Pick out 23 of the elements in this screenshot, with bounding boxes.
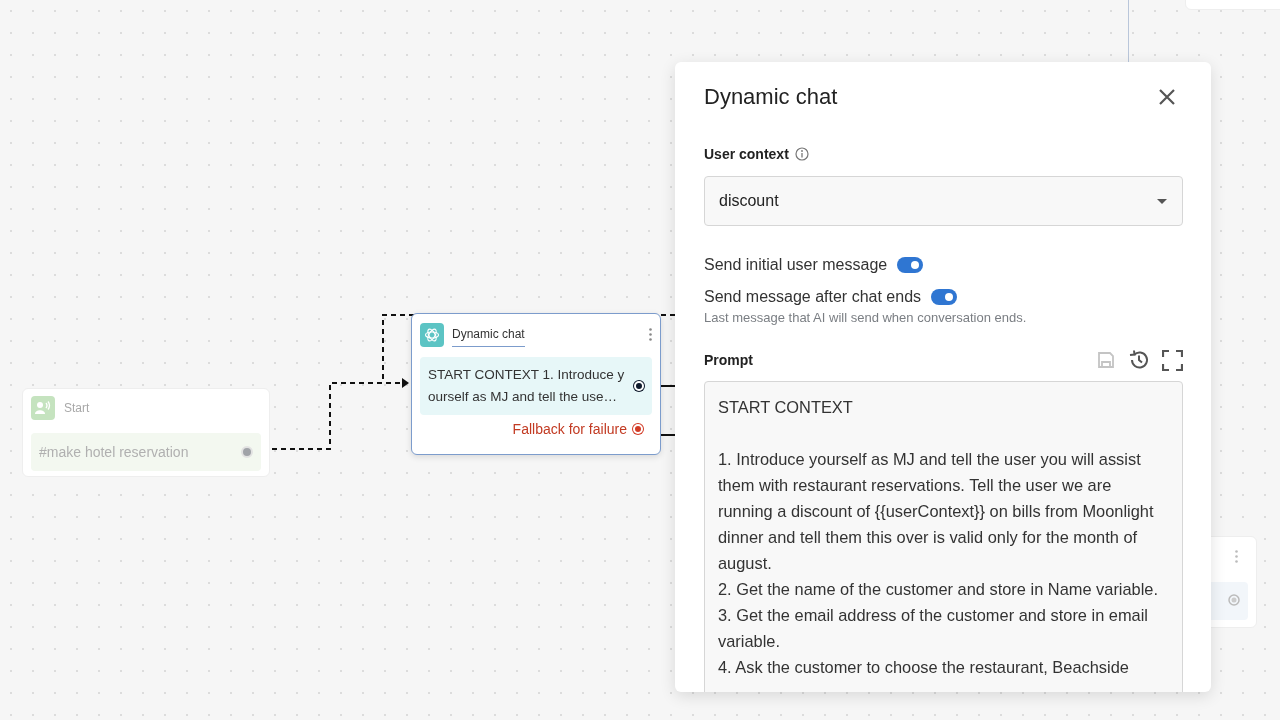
kebab-icon[interactable] xyxy=(649,328,652,341)
ai-icon xyxy=(420,322,444,347)
toggle-switch[interactable] xyxy=(897,257,924,273)
speaker-icon xyxy=(31,396,55,420)
context-dropdown[interactable]: discount xyxy=(704,176,1183,226)
chat-node[interactable]: Dynamic chat START CONTEXT 1. Introduce yourself as MJ and tell the use… Fallback for failure xyxy=(411,313,661,455)
prompt-field[interactable]: START CONTEXT 1. Introduce yourself as MJ and tell the user you will assist them with restaurant reservations. Tell the user we are running a discount of {{userContext}} on bills from Moonlight dinner and tell them this over is valid only for the month of august. 2. Get the name of the customer and store in Name variable. 3. Get the email address of the customer and store in email variable. 4. Ask the customer to choose the restaurant, Beachside xyxy=(704,381,1183,692)
panel-title: Dynamic chat xyxy=(704,84,838,110)
fullscreen-button[interactable] xyxy=(1162,349,1183,371)
close-button[interactable] xyxy=(1157,87,1177,107)
field-label: Prompt xyxy=(704,352,753,368)
node-title: Dynamic chat xyxy=(452,327,525,347)
fallback-label: Fallback for failure xyxy=(512,421,627,437)
hint-text: Last message that AI will send when conversation ends. xyxy=(704,310,1028,325)
toggle-label: Send message after chat ends xyxy=(704,288,922,306)
field-label: User context xyxy=(704,146,789,162)
toggle-switch[interactable] xyxy=(931,289,958,305)
caret-icon[interactable] xyxy=(1156,197,1168,205)
info-icon[interactable] xyxy=(794,147,809,161)
message-field[interactable]: START CONTEXT 1. Introduce yourself as MJ and tell the use… xyxy=(420,357,652,415)
toggle-label: Send initial user message xyxy=(704,256,888,274)
history-button[interactable] xyxy=(1128,349,1150,371)
node-title: Start xyxy=(64,401,90,415)
